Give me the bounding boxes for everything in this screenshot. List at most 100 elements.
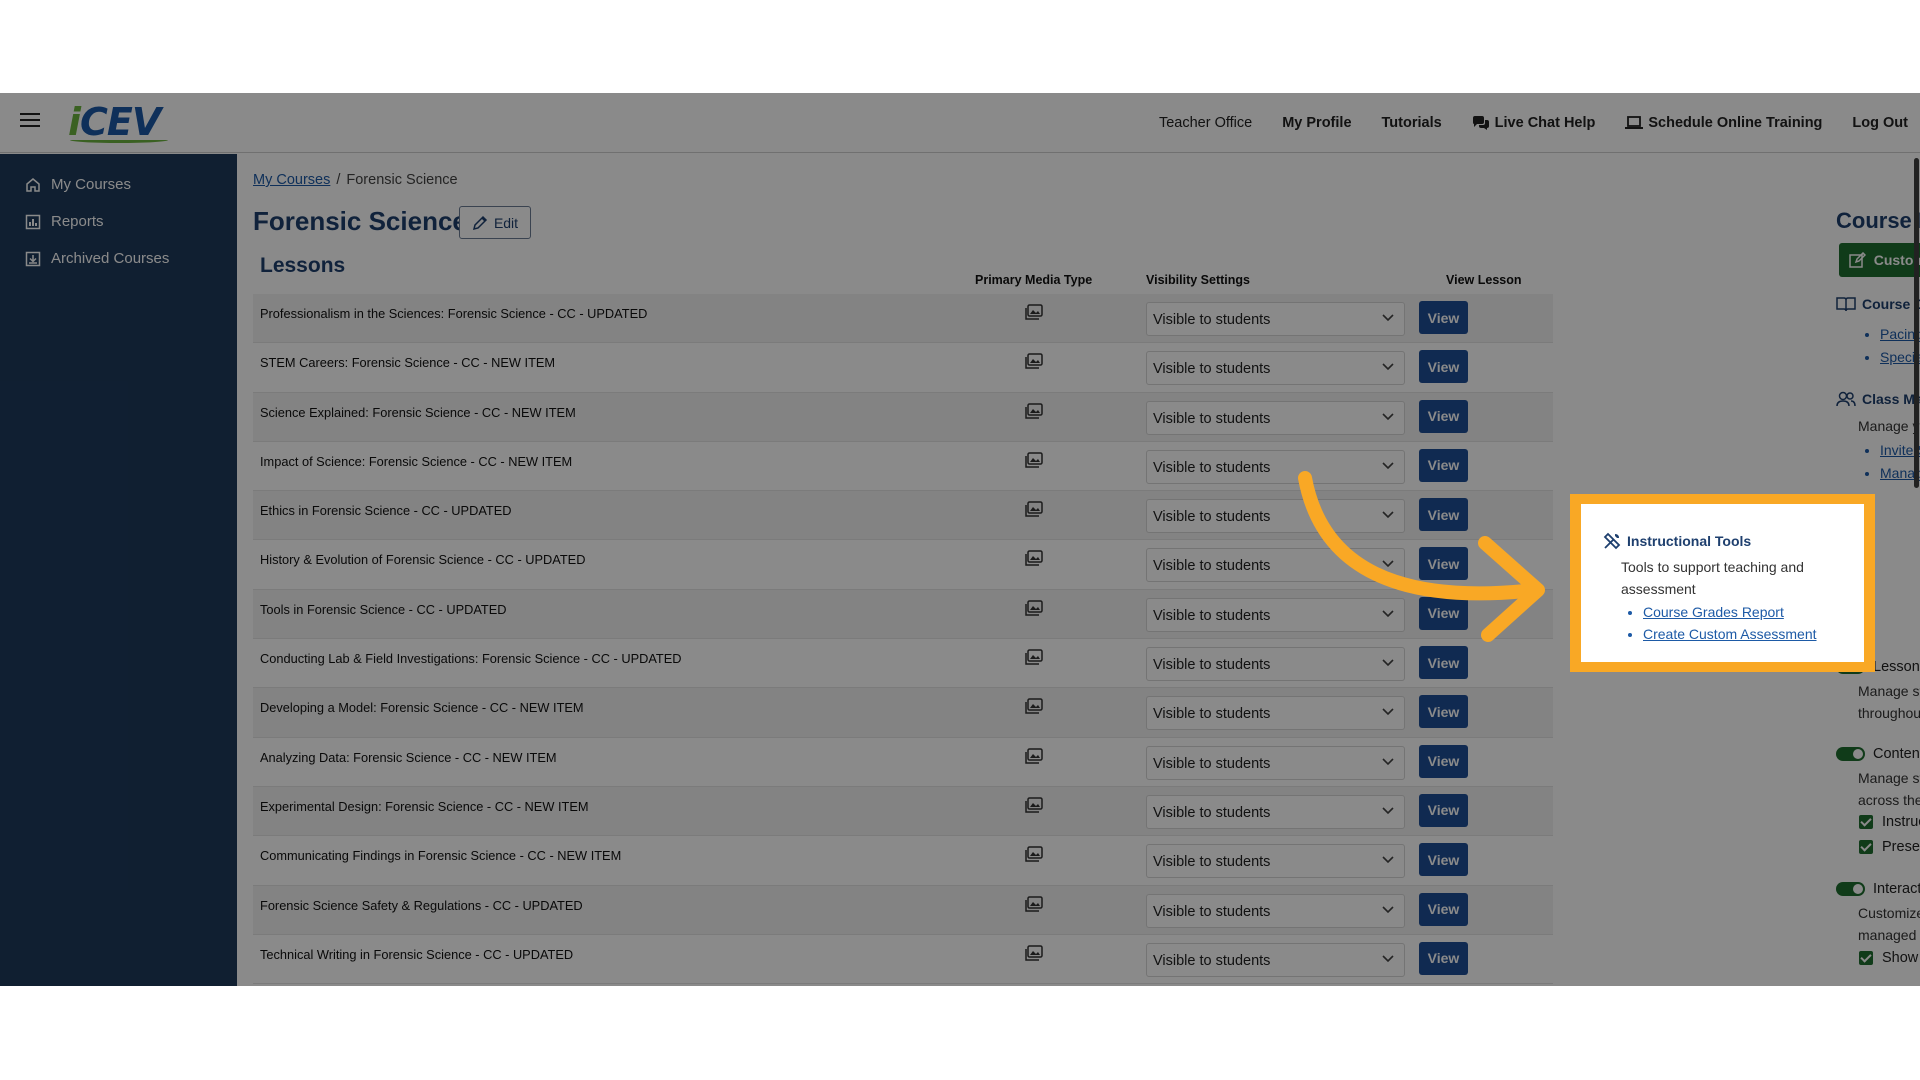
checkbox-label: Show in Grade Reports	[1882, 950, 1920, 966]
instructional-materials-checkbox[interactable]	[1859, 815, 1873, 829]
view-lesson-button[interactable]: View	[1419, 843, 1468, 877]
my-profile-link[interactable]: My Profile	[1282, 115, 1351, 131]
checkbox-label: Presentation Media	[1882, 839, 1920, 855]
chevron-down-icon	[1382, 807, 1394, 815]
class-management-description: Manage your students and teaching team	[1858, 418, 1920, 434]
class-management-heading: Class Management	[1836, 391, 1920, 407]
customize-course-button[interactable]: Customize This Course	[1839, 243, 1920, 277]
table-row: Analyzing Data: Forensic Science - CC - …	[253, 737, 1553, 787]
table-row: Experimental Design: Forensic Science - …	[253, 786, 1553, 837]
app-frame: iCEV Teacher Office My Profile Tutorials…	[0, 93, 1920, 986]
sidebar-item-label: Archived Courses	[51, 250, 170, 267]
top-bar: iCEV Teacher Office My Profile Tutorials…	[0, 93, 1920, 153]
visibility-select[interactable]: Visible to students	[1146, 400, 1405, 435]
visibility-select[interactable]: Visible to students	[1146, 302, 1405, 336]
chevron-down-icon	[1382, 905, 1394, 913]
content-controls-description: Manage student access to lesson content …	[1858, 770, 1920, 808]
book-icon	[1836, 297, 1856, 312]
lesson-name: Technical Writing in Forensic Science - …	[260, 946, 574, 962]
show-in-grade-reports-checkbox[interactable]	[1859, 951, 1873, 965]
lesson-name: Tools in Forensic Science - CC - UPDATED	[260, 601, 507, 617]
visibility-select[interactable]: Visible to students	[1146, 942, 1405, 977]
media-gallery-icon	[1025, 501, 1043, 517]
visibility-value: Visible to students	[1153, 607, 1271, 624]
content-controls-toggle-row[interactable]: Content Controls	[1836, 746, 1920, 762]
visibility-select[interactable]: Visible to students	[1146, 844, 1405, 879]
sidebar-item-archived-courses[interactable]: Archived Courses	[0, 240, 237, 277]
edit-course-button[interactable]: Edit	[459, 206, 531, 239]
visibility-select[interactable]: Visible to students	[1146, 351, 1405, 386]
content-controls-toggle[interactable]	[1836, 747, 1865, 761]
visibility-select[interactable]: Visible to students	[1146, 745, 1405, 780]
visibility-value: Visible to students	[1153, 804, 1271, 821]
sidebar-item-reports[interactable]: Reports	[0, 203, 237, 240]
lesson-name: Science Explained: Forensic Science - CC…	[260, 404, 576, 420]
lesson-name: Ethics in Forensic Science - CC - UPDATE…	[260, 503, 512, 519]
media-gallery-icon	[1025, 550, 1043, 567]
archive-icon	[25, 251, 41, 266]
tutorials-link[interactable]: Tutorials	[1382, 115, 1442, 131]
class-management-label: Class Management	[1862, 391, 1920, 407]
view-lesson-button[interactable]: View	[1419, 793, 1468, 827]
instructional-tools-highlight: Instructional Tools Tools to support tea…	[1570, 494, 1875, 672]
hamburger-menu-icon[interactable]	[20, 113, 40, 129]
page-title: Forensic Science	[253, 206, 467, 236]
logout-label: Log Out	[1852, 115, 1908, 131]
create-custom-assessment-link[interactable]: Create Custom Assessment	[1643, 623, 1817, 645]
lesson-name: Analyzing Data: Forensic Science - CC - …	[260, 749, 557, 765]
view-lesson-button[interactable]: View	[1419, 744, 1468, 778]
interactive-assignments-toggle[interactable]	[1836, 882, 1865, 896]
lesson-name: Forensic Science Safety & Regulations - …	[260, 897, 583, 913]
view-lesson-button[interactable]: View	[1419, 941, 1468, 975]
visibility-value: Visible to students	[1153, 509, 1271, 526]
visibility-select[interactable]: Visible to students	[1146, 794, 1405, 829]
media-gallery-icon	[1025, 649, 1043, 665]
chevron-down-icon	[1382, 856, 1394, 864]
view-lesson-button[interactable]: View	[1419, 350, 1468, 384]
pointer-arrow-icon	[1298, 471, 1545, 642]
visibility-value: Visible to students	[1153, 459, 1271, 476]
table-row: Communicating Findings in Forensic Scien…	[253, 836, 1553, 886]
interactive-assignments-label: Interactive Assignments	[1873, 881, 1920, 897]
course-guides-label: Course Guides	[1862, 296, 1920, 312]
visibility-value: Visible to students	[1153, 706, 1271, 723]
tools-icon	[1603, 532, 1621, 550]
scrollbar[interactable]	[1914, 158, 1919, 488]
view-lesson-button[interactable]: View	[1419, 301, 1468, 334]
visibility-value: Visible to students	[1153, 755, 1271, 772]
chat-bubbles-icon	[1472, 116, 1489, 130]
visibility-value: Visible to students	[1153, 657, 1271, 674]
instructional-tools-label: Instructional Tools	[1627, 533, 1752, 549]
show-in-grade-reports-checkbox-row[interactable]: Show in Grade Reports	[1859, 950, 1920, 966]
schedule-training-label: Schedule Online Training	[1648, 115, 1823, 131]
teacher-office-link[interactable]: Teacher Office	[1159, 115, 1252, 131]
view-lesson-button[interactable]: View	[1419, 399, 1468, 433]
lesson-name: Experimental Design: Forensic Science - …	[260, 798, 589, 814]
pencil-icon	[472, 215, 487, 230]
column-header-visibility: Visibility Settings	[1146, 273, 1250, 287]
schedule-training-link[interactable]: Schedule Online Training	[1625, 115, 1822, 131]
course-grades-report-link[interactable]: Course Grades Report	[1643, 601, 1817, 623]
visibility-select[interactable]: Visible to students	[1146, 893, 1405, 928]
table-row: Science Explained: Forensic Science - CC…	[253, 392, 1553, 442]
media-gallery-icon	[1025, 402, 1043, 419]
sidebar-item-my-courses[interactable]: My Courses	[0, 166, 237, 203]
interactive-assignments-toggle-row[interactable]: Interactive Assignments	[1836, 881, 1920, 897]
my-profile-label: My Profile	[1282, 115, 1352, 131]
logout-link[interactable]: Log Out	[1852, 115, 1908, 131]
link-label: Create Custom Assessment	[1643, 626, 1817, 642]
presentation-media-checkbox-row[interactable]: Presentation Media	[1859, 839, 1920, 855]
edit-label: Edit	[493, 214, 519, 231]
media-gallery-icon	[1025, 304, 1043, 320]
visibility-value: Visible to students	[1153, 312, 1271, 328]
instructional-materials-checkbox-row[interactable]: Instructional Materials	[1859, 814, 1920, 830]
reports-icon	[25, 214, 41, 229]
checkbox-label: Instructional Materials	[1882, 814, 1920, 830]
live-chat-link[interactable]: Live Chat Help	[1472, 115, 1595, 131]
chevron-down-icon	[1382, 314, 1394, 322]
table-row: Professionalism in the Sciences: Forensi…	[253, 294, 1553, 344]
view-lesson-button[interactable]: View	[1419, 892, 1468, 926]
lesson-name: STEM Careers: Forensic Science - CC - NE…	[260, 355, 556, 371]
breadcrumb-my-courses[interactable]: My Courses	[253, 172, 330, 188]
presentation-media-checkbox[interactable]	[1859, 840, 1873, 854]
